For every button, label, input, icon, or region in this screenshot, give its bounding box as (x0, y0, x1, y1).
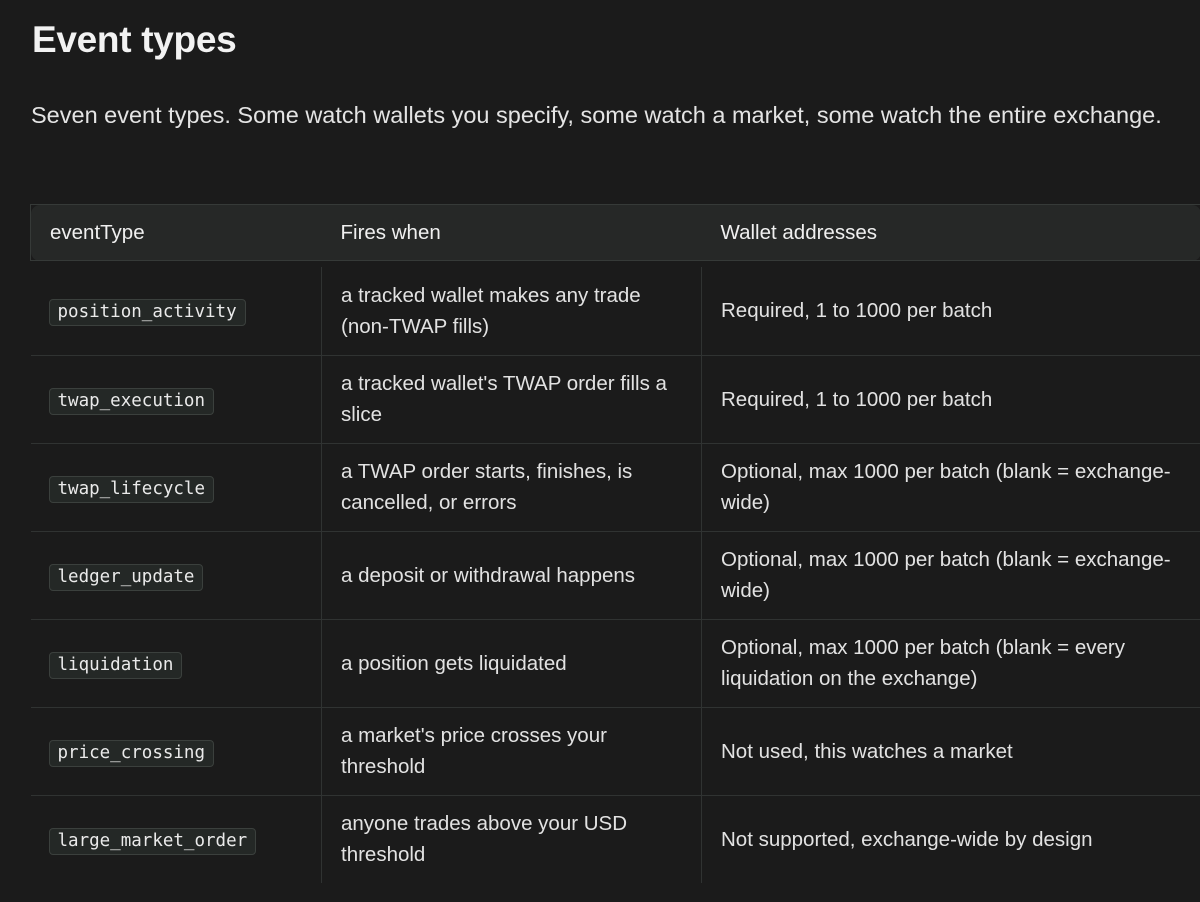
event-types-table: eventType Fires when Wallet addresses po… (30, 204, 1200, 883)
fires-when-cell: a market's price crosses your threshold (321, 707, 702, 796)
table-row: liquidation a position gets liquidated O… (30, 619, 1200, 708)
event-type-cell: twap_execution (30, 355, 322, 444)
event-type-code: liquidation (48, 651, 183, 679)
event-type-code: large_market_order (48, 827, 257, 855)
table-row: position_activity a tracked wallet makes… (30, 267, 1200, 356)
event-type-cell: large_market_order (31, 795, 322, 883)
fires-when-cell: a deposit or withdrawal happens (321, 531, 702, 620)
table-header-row: eventType Fires when Wallet addresses (30, 204, 1200, 261)
table-row: twap_execution a tracked wallet's TWAP o… (30, 355, 1200, 444)
fires-when-cell: a tracked wallet's TWAP order fills a sl… (321, 355, 702, 444)
wallet-addresses-cell: Not supported, exchange-wide by design (701, 795, 1200, 883)
event-type-cell: price_crossing (30, 707, 322, 796)
event-type-cell: twap_lifecycle (30, 443, 322, 532)
wallet-addresses-cell: Optional, max 1000 per batch (blank = ex… (701, 531, 1200, 620)
page-title: Event types (32, 19, 237, 60)
intro-paragraph: Seven event types. Some watch wallets yo… (31, 102, 1162, 128)
event-type-code: price_crossing (48, 739, 215, 767)
wallet-addresses-cell: Optional, max 1000 per batch (blank = ex… (701, 443, 1200, 532)
table-row: twap_lifecycle a TWAP order starts, fini… (30, 443, 1200, 532)
table-row: ledger_update a deposit or withdrawal ha… (30, 531, 1200, 620)
table-row: price_crossing a market's price crosses … (30, 707, 1200, 796)
fires-when-cell: a tracked wallet makes any trade (non-TW… (321, 267, 702, 356)
wallet-addresses-cell: Required, 1 to 1000 per batch (701, 267, 1200, 356)
wallet-addresses-cell: Optional, max 1000 per batch (blank = ev… (701, 619, 1200, 708)
wallet-addresses-cell: Not used, this watches a market (701, 707, 1200, 796)
fires-when-cell: a position gets liquidated (321, 619, 702, 708)
event-type-cell: ledger_update (30, 531, 322, 620)
column-header-event-type: eventType (30, 204, 322, 261)
event-type-code: position_activity (48, 299, 246, 327)
table-row: large_market_order anyone trades above y… (31, 795, 1200, 883)
fires-when-cell: anyone trades above your USD threshold (321, 795, 702, 883)
wallet-addresses-cell: Required, 1 to 1000 per batch (701, 355, 1200, 444)
event-type-cell: liquidation (30, 619, 322, 708)
column-header-fires-when: Fires when (321, 204, 702, 261)
column-header-wallet-addresses: Wallet addresses (701, 204, 1200, 261)
event-type-code: twap_lifecycle (48, 475, 215, 503)
event-type-code: twap_execution (48, 387, 215, 415)
event-type-code: ledger_update (48, 563, 204, 591)
event-type-cell: position_activity (30, 267, 322, 356)
fires-when-cell: a TWAP order starts, finishes, is cancel… (321, 443, 702, 532)
